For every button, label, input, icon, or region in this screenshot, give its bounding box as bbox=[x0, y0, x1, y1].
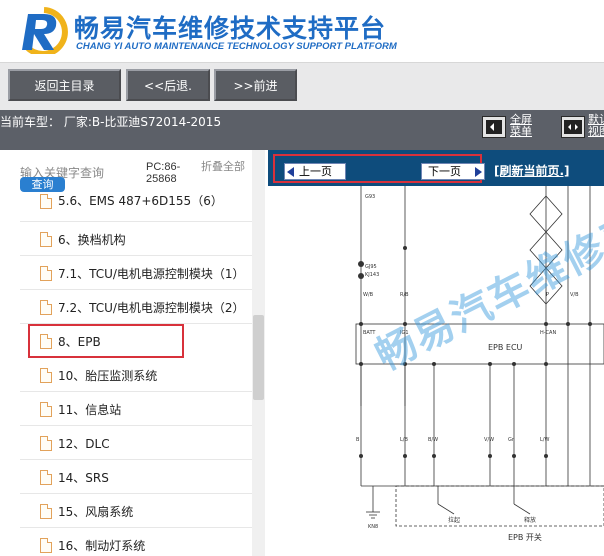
next-page-label: 下一页 bbox=[428, 165, 461, 178]
default-view-icon[interactable] bbox=[561, 116, 585, 138]
wire-label: Gr bbox=[508, 437, 515, 443]
site-subtitle: CHANG YI AUTO MAINTENANCE TECHNOLOGY SUP… bbox=[76, 41, 397, 52]
tree-item-label: 14、SRS bbox=[58, 471, 109, 485]
document-icon bbox=[40, 194, 52, 209]
brand-logo-icon bbox=[22, 7, 68, 54]
document-icon bbox=[40, 470, 52, 485]
wire-label: W/B bbox=[363, 292, 374, 298]
tree-item-label: 11、信息站 bbox=[58, 403, 122, 417]
document-icon bbox=[40, 402, 52, 417]
home-button[interactable]: 返回主目录 bbox=[8, 69, 121, 101]
tree-item-label: 6、换档机构 bbox=[58, 233, 126, 247]
document-icon bbox=[40, 266, 52, 281]
tree-item[interactable]: 7.1、TCU/电机电源控制模块（1） bbox=[20, 256, 260, 290]
tree-item[interactable]: 11、信息站 bbox=[20, 392, 260, 426]
ecu-pin-label: H-CAN bbox=[540, 330, 556, 336]
scrollbar-thumb[interactable] bbox=[253, 315, 264, 400]
tree-item[interactable]: 16、制动灯系统 bbox=[20, 528, 260, 556]
connector-label: G93 bbox=[365, 194, 375, 200]
tree-item-label: 12、DLC bbox=[58, 437, 110, 451]
ecu-label: EPB ECU bbox=[488, 343, 523, 352]
wire-label: R/B bbox=[400, 292, 409, 298]
tree-item[interactable]: 15、风扇系统 bbox=[20, 494, 260, 528]
pc-code-label: PC:86-25868 bbox=[146, 161, 181, 185]
document-icon bbox=[40, 538, 52, 553]
page-nav-strip: 上一页 下一页 [刷新当前页.] bbox=[268, 150, 604, 186]
connector-label: GJ95 bbox=[365, 264, 377, 270]
tree-item-label: 7.2、TCU/电机电源控制模块（2） bbox=[58, 301, 245, 315]
page-nav-highlight: 上一页 下一页 bbox=[273, 154, 485, 183]
tree-item-label: 16、制动灯系统 bbox=[58, 539, 146, 553]
tree-item[interactable]: 12、DLC bbox=[20, 426, 260, 460]
sidebar: 输入关键字查询 查询 PC:86-25868 折叠全部 5.6、EMS 487+… bbox=[0, 150, 265, 556]
model-info-bar: 当前车型： 厂家:B-比亚迪S72014-2015 全屏菜单 默认视图 bbox=[0, 110, 604, 150]
document-icon bbox=[40, 232, 52, 247]
site-title: 畅易汽车维修技术支持平台 bbox=[74, 14, 387, 43]
fullscreen-menu-link[interactable]: 全屏菜单 bbox=[510, 114, 536, 138]
wire-label: L/B bbox=[400, 437, 408, 443]
current-model-label: 当前车型： 厂家:B-比亚迪S72014-2015 bbox=[0, 115, 222, 129]
wire-label: L/W bbox=[540, 437, 549, 443]
connector-label: KJ143 bbox=[365, 272, 379, 278]
content-pane: 上一页 下一页 [刷新当前页.] G93 GJ95 KJ143 W/B R/B … bbox=[268, 150, 604, 556]
fullscreen-icon[interactable] bbox=[482, 116, 506, 138]
tree-item-label: 5.6、EMS 487+6D155（6） bbox=[58, 194, 223, 208]
collapse-all-button[interactable]: 折叠全部 bbox=[201, 161, 245, 173]
switch-label: EPB 开关 bbox=[508, 532, 542, 542]
wire-label: B bbox=[356, 437, 360, 443]
document-icon bbox=[40, 504, 52, 519]
main-toolbar: 返回主目录 <<后退. >>前进 bbox=[0, 62, 604, 110]
tree-item[interactable]: 5.6、EMS 487+6D155（6） bbox=[20, 194, 260, 222]
arrow-right-icon bbox=[475, 167, 482, 177]
tree-item-label: 10、胎压监测系统 bbox=[58, 369, 158, 383]
site-header: 畅易汽车维修技术支持平台 CHANG YI AUTO MAINTENANCE T… bbox=[0, 0, 604, 62]
default-view-link[interactable]: 默认视图 bbox=[588, 114, 604, 138]
prev-page-button[interactable]: 上一页 bbox=[284, 163, 346, 180]
search-button[interactable]: 查询 bbox=[20, 177, 65, 192]
tree-item[interactable]: 7.2、TCU/电机电源控制模块（2） bbox=[20, 290, 260, 324]
arrow-left-icon bbox=[287, 167, 294, 177]
refresh-page-link[interactable]: [刷新当前页.] bbox=[494, 162, 570, 179]
tree-item[interactable]: 14、SRS bbox=[20, 460, 260, 494]
tree-item-label: 15、风扇系统 bbox=[58, 505, 134, 519]
tree-item-label: 8、EPB bbox=[58, 335, 101, 349]
tree-item[interactable]: 10、胎压监测系统 bbox=[20, 358, 260, 392]
wire-label: V/W bbox=[484, 437, 494, 443]
tree-item-label: 7.1、TCU/电机电源控制模块（1） bbox=[58, 267, 245, 281]
prev-page-label: 上一页 bbox=[299, 165, 332, 178]
document-icon bbox=[40, 436, 52, 451]
document-icon bbox=[40, 334, 52, 349]
tree-item-epb[interactable]: 8、EPB bbox=[28, 324, 184, 358]
back-button[interactable]: <<后退. bbox=[126, 69, 210, 101]
wire-label: V/B bbox=[570, 292, 579, 298]
tree-item[interactable]: 6、换档机构 bbox=[20, 222, 260, 256]
switch-release-label: 释放 bbox=[524, 516, 536, 524]
ground-label: KN8 bbox=[368, 524, 378, 530]
forward-button[interactable]: >>前进 bbox=[214, 69, 297, 101]
tree-list: 5.6、EMS 487+6D155（6） 6、换档机构 7.1、TCU/电机电源… bbox=[20, 194, 260, 556]
wire-label: B/W bbox=[428, 437, 438, 443]
sidebar-scrollbar[interactable] bbox=[252, 150, 265, 556]
next-page-button[interactable]: 下一页 bbox=[421, 163, 485, 180]
document-icon bbox=[40, 368, 52, 383]
switch-pull-label: 拉起 bbox=[448, 516, 460, 524]
document-icon bbox=[40, 300, 52, 315]
